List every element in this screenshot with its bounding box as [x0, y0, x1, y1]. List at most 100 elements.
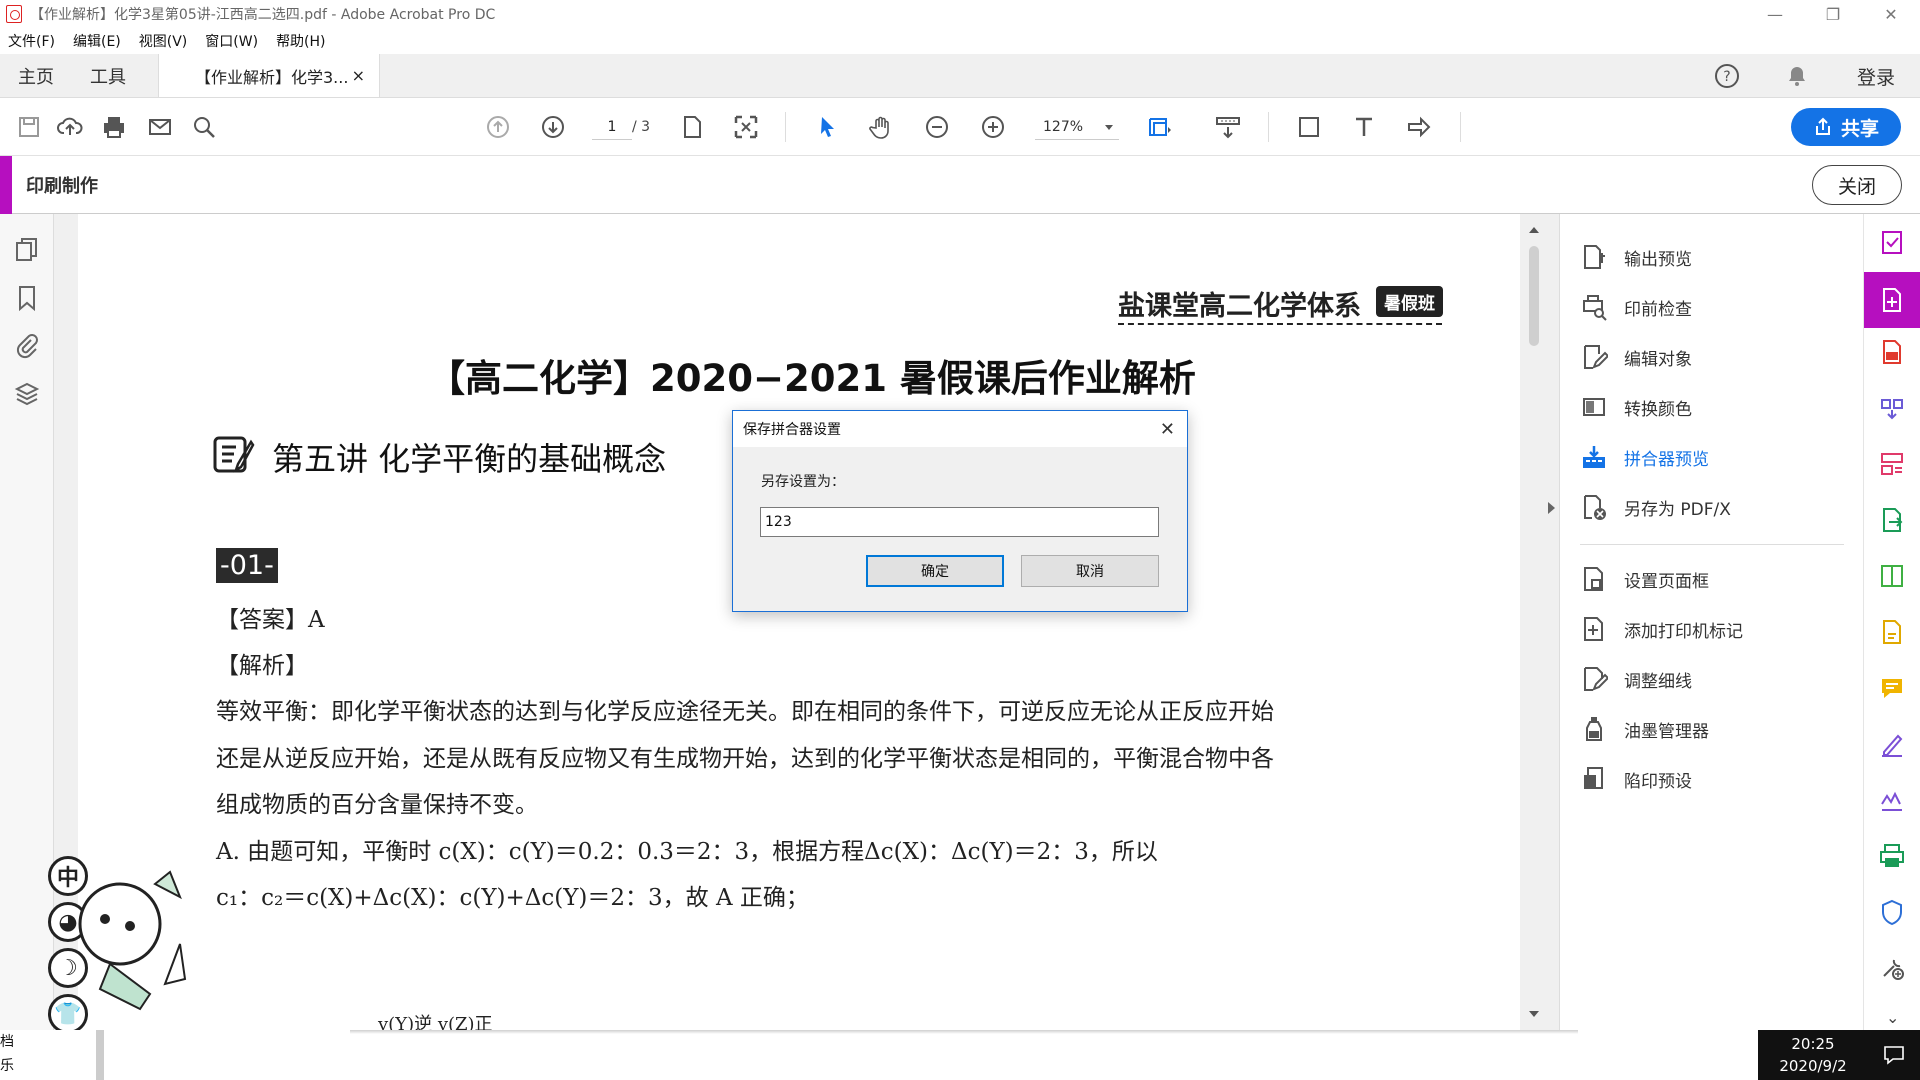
export-icon[interactable]: [1878, 506, 1906, 534]
scroll-up-icon[interactable]: [1529, 222, 1539, 233]
rectangle-icon[interactable]: [1290, 108, 1328, 146]
help-icon[interactable]: ?: [1692, 63, 1762, 89]
zoom-in-icon[interactable]: [974, 108, 1012, 146]
upload-icon[interactable]: [51, 108, 89, 146]
close-tool-button[interactable]: 关闭: [1812, 165, 1902, 205]
export-pdf-icon[interactable]: [1878, 338, 1906, 366]
restore-button[interactable]: ❐: [1804, 0, 1862, 28]
trap-presets-icon: [1584, 767, 1603, 789]
tool-set-page-boxes[interactable]: 设置页面框: [1580, 564, 1709, 594]
dialog-close-button[interactable]: ✕: [1160, 419, 1175, 440]
protect-icon[interactable]: [1878, 898, 1906, 926]
tool-convert-colors[interactable]: 转换颜色: [1580, 392, 1692, 422]
fit-page-icon[interactable]: [727, 108, 765, 146]
chevron-down-icon[interactable]: ⌄: [1886, 1008, 1899, 1027]
attachments-icon[interactable]: [13, 332, 41, 360]
toolbar-separator: [785, 112, 786, 142]
page-thumbnails-icon[interactable]: [13, 236, 41, 264]
print-tools-icon[interactable]: [1878, 842, 1906, 870]
search-icon[interactable]: [185, 108, 223, 146]
account-area: ? 登录: [1692, 54, 1920, 98]
tool-preflight[interactable]: 印前检查: [1580, 292, 1692, 322]
tool-fix-hairlines[interactable]: 调整细线: [1580, 664, 1692, 694]
desktop-pet-widget[interactable]: 中 ◕ ☽ 👕: [0, 846, 187, 1056]
comment-icon[interactable]: [1878, 674, 1906, 702]
taskbar-text-line: 乐: [0, 1058, 14, 1074]
taskbar-text-line: 档: [0, 1034, 14, 1050]
forward-arrow-icon[interactable]: [1400, 108, 1438, 146]
notification-center-icon[interactable]: [1868, 1030, 1920, 1080]
minimize-button[interactable]: —: [1746, 0, 1804, 28]
tool-ink-manager[interactable]: 油墨管理器: [1580, 714, 1709, 744]
menu-view[interactable]: 视图(V): [139, 31, 188, 51]
tab-tools[interactable]: 工具: [72, 54, 144, 97]
checklist-icon[interactable]: [1878, 228, 1906, 256]
organize-pages-icon[interactable]: [1878, 450, 1906, 478]
print-icon[interactable]: [95, 108, 133, 146]
save-icon[interactable]: [10, 108, 48, 146]
taskbar-clock[interactable]: 20:25 2020/9/2: [1758, 1030, 1868, 1080]
vertical-scrollbar[interactable]: [1520, 214, 1548, 1030]
tool-label: 编辑对象: [1624, 349, 1692, 370]
settings-name-input[interactable]: 123: [760, 507, 1159, 537]
clock-date: 2020/9/2: [1779, 1057, 1847, 1075]
tool-trap-presets[interactable]: 陷印预设: [1580, 764, 1692, 794]
tab-bar: 主页 工具 【作业解析】化学3... × ? 登录: [0, 54, 1920, 98]
scrollbar-thumb[interactable]: [1529, 246, 1539, 346]
select-arrow-icon[interactable]: [808, 108, 846, 146]
body-text-line: c₁：c₂＝c(X)+Δc(X)：c(Y)+Δc(Y)＝2：3，故 A 正确；: [216, 885, 809, 911]
next-page-icon[interactable]: [534, 108, 572, 146]
dialog-title: 保存拼合器设置: [743, 422, 841, 438]
tool-flattener-preview[interactable]: 拼合器预览: [1580, 442, 1709, 472]
hand-icon[interactable]: [863, 108, 901, 146]
windows-taskbar: 档 乐 20:25 2020/9/2: [0, 1030, 1920, 1080]
toolbar-separator: [1268, 112, 1269, 142]
print-production-tools-panel: 输出预览 印前检查 编辑对象 转换颜色 拼合器预览 另存为 PDF/X 设置页面…: [1559, 214, 1863, 1030]
tool-output-preview[interactable]: 输出预览: [1580, 242, 1692, 272]
tool-edit-object[interactable]: 编辑对象: [1580, 342, 1692, 372]
login-button[interactable]: 登录: [1832, 63, 1920, 90]
share-button[interactable]: 共享: [1791, 108, 1901, 146]
zoom-out-icon[interactable]: [918, 108, 956, 146]
compress-icon[interactable]: [1878, 562, 1906, 590]
more-tools-icon[interactable]: [1878, 954, 1906, 982]
share-label: 共享: [1840, 117, 1879, 140]
menu-edit[interactable]: 编辑(E): [73, 31, 121, 51]
taskbar-left-items[interactable]: 档 乐: [0, 1030, 104, 1080]
preflight-icon: [1583, 295, 1607, 321]
prev-page-icon[interactable]: [479, 108, 517, 146]
notepad-icon: [213, 436, 255, 473]
edit-pdf-icon[interactable]: [1878, 618, 1906, 646]
notification-bell-icon[interactable]: [1762, 64, 1832, 88]
tool-label: 印前检查: [1624, 299, 1692, 320]
brand-badge: 暑假班: [1376, 286, 1443, 317]
marquee-zoom-icon[interactable]: [1139, 108, 1177, 146]
bookmarks-icon[interactable]: [13, 284, 41, 312]
certificate-icon[interactable]: [1878, 786, 1906, 814]
menu-window[interactable]: 窗口(W): [205, 31, 258, 51]
tab-home[interactable]: 主页: [0, 54, 72, 97]
menu-help[interactable]: 帮助(H): [276, 31, 325, 51]
layers-icon[interactable]: [13, 380, 41, 408]
pdf-page: 盐课堂高二化学体系 暑假班 【高二化学】2020−2021 暑假课后作业解析 第…: [78, 214, 1520, 1030]
scroll-down-icon[interactable]: [1529, 1011, 1539, 1022]
email-icon[interactable]: [141, 108, 179, 146]
flattener-preview-icon: [1583, 446, 1605, 468]
text-icon[interactable]: [1345, 108, 1383, 146]
scroll-mode-icon[interactable]: [1209, 108, 1247, 146]
fill-sign-icon[interactable]: [1878, 730, 1906, 758]
page-view-icon[interactable]: [673, 108, 711, 146]
page-number-input[interactable]: 1: [592, 114, 632, 140]
ok-button[interactable]: 确定: [866, 555, 1004, 587]
cancel-button[interactable]: 取消: [1021, 555, 1159, 587]
tool-printer-marks[interactable]: 添加打印机标记: [1580, 614, 1743, 644]
menu-file[interactable]: 文件(F): [8, 31, 55, 51]
print-production-icon[interactable]: [1878, 286, 1906, 314]
zoom-select[interactable]: 127%: [1035, 114, 1119, 140]
combine-icon[interactable]: [1878, 394, 1906, 422]
tab-close-button[interactable]: ×: [352, 66, 365, 85]
page-shadow: [350, 1030, 1578, 1034]
tool-save-pdfx[interactable]: 另存为 PDF/X: [1580, 492, 1731, 522]
tab-document[interactable]: 【作业解析】化学3... ×: [158, 54, 380, 97]
close-window-button[interactable]: ✕: [1862, 0, 1920, 28]
